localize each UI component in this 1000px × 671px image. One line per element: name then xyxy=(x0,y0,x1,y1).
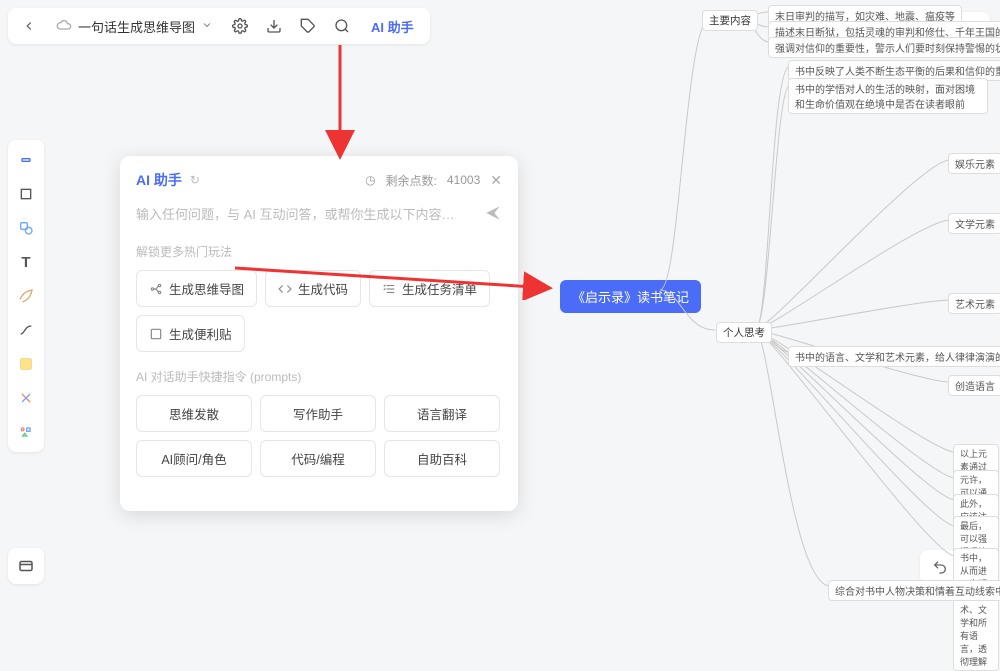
pen-tool[interactable] xyxy=(12,282,40,310)
mindmap-side-label[interactable]: 创造语言 xyxy=(948,375,1000,396)
close-button[interactable]: ✕ xyxy=(490,172,502,189)
chevron-down-icon xyxy=(201,19,213,34)
text-tool[interactable]: T xyxy=(12,248,40,276)
send-button[interactable] xyxy=(484,204,502,225)
ai-assistant-button[interactable]: AI 助手 xyxy=(361,17,424,36)
cloud-icon xyxy=(56,17,72,36)
tag-button[interactable] xyxy=(293,11,323,41)
points-value: 41003 xyxy=(447,173,480,187)
layers-button[interactable] xyxy=(8,548,44,584)
sticky-note-tool[interactable] xyxy=(12,350,40,378)
sticky-icon xyxy=(149,327,163,341)
shape-tool[interactable] xyxy=(12,214,40,242)
mindmap-node[interactable]: 书中的语言、文学和艺术元素，给人律律演演的博感盛宴 xyxy=(788,346,1000,367)
section-label-1: 解锁更多热门玩法 xyxy=(136,243,502,260)
mindmap-node[interactable]: 强调对信仰的重要性，警示人们要时刻保持警惕的状态 xyxy=(768,37,1000,58)
clock-icon: ◷ xyxy=(365,173,375,187)
mindmap-node[interactable]: 综合对书中人物决策和情着互动线索中的感悟借鉴 xyxy=(828,580,1000,601)
chip-generate-mindmap[interactable]: 生成思维导图 xyxy=(136,270,257,307)
mindmap-canvas[interactable]: 主要内容 个人思考 末日审判的描写，如灾难、地震、瘟疫等 描述末日断狱，包括灵魂… xyxy=(660,0,1000,594)
more-shapes-tool[interactable] xyxy=(12,418,40,446)
top-toolbar: 一句话生成思维导图 AI 助手 xyxy=(8,8,430,44)
mindmap-side-label[interactable]: 文学元素 xyxy=(948,213,1000,234)
mindmap-tool[interactable] xyxy=(12,384,40,412)
select-tool[interactable] xyxy=(12,146,40,174)
frame-tool[interactable] xyxy=(12,180,40,208)
mindmap-node[interactable]: 书中，从而进一步解析技术、文学和所有语言，透彻理解 xyxy=(953,548,999,671)
chip-generate-tasklist[interactable]: 生成任务清单 xyxy=(369,270,490,307)
back-button[interactable] xyxy=(14,11,44,41)
mindmap-side-label[interactable]: 娱乐元素 xyxy=(948,153,1000,174)
chip-airole[interactable]: AI顾问/角色 xyxy=(136,440,252,477)
annotation-arrow-1 xyxy=(320,40,360,160)
mindmap-icon xyxy=(149,282,163,296)
document-title[interactable]: 一句话生成思维导图 xyxy=(48,17,221,36)
section-label-2: AI 对话助手快捷指令 (prompts) xyxy=(136,368,502,385)
list-icon xyxy=(382,282,396,296)
chip-translate[interactable]: 语言翻译 xyxy=(384,395,500,432)
panel-title-text: AI 助手 xyxy=(136,170,182,190)
connector-tool[interactable] xyxy=(12,316,40,344)
points-label: 剩余点数: xyxy=(386,172,437,189)
ai-prompt-input[interactable] xyxy=(136,207,476,222)
ai-assistant-panel: AI 助手 ↻ ◷ 剩余点数: 41003 ✕ 解锁更多热门玩法 生成思维导图 … xyxy=(120,156,518,511)
code-icon xyxy=(278,282,292,296)
export-button[interactable] xyxy=(259,11,289,41)
chip-codeprog[interactable]: 代码/编程 xyxy=(260,440,376,477)
search-button[interactable] xyxy=(327,11,357,41)
document-title-text: 一句话生成思维导图 xyxy=(78,17,195,36)
chip-encyclopedia[interactable]: 自助百科 xyxy=(384,440,500,477)
chip-generate-code[interactable]: 生成代码 xyxy=(265,270,361,307)
mindmap-branch-main[interactable]: 主要内容 xyxy=(702,10,758,31)
settings-button[interactable] xyxy=(225,11,255,41)
mindmap-node[interactable]: 书中的学悟对人的生活的映射，面对困境和生命价值观在绝境中是否在读者眼前 xyxy=(788,78,988,114)
mindmap-side-label[interactable]: 艺术元素 xyxy=(948,293,1000,314)
chip-generate-sticky[interactable]: 生成便利贴 xyxy=(136,315,245,352)
mindmap-branch-thoughts[interactable]: 个人思考 xyxy=(716,322,772,343)
refresh-icon[interactable]: ↻ xyxy=(190,173,200,187)
side-toolbar: T xyxy=(8,140,44,452)
chip-write[interactable]: 写作助手 xyxy=(260,395,376,432)
chip-diverge[interactable]: 思维发散 xyxy=(136,395,252,432)
